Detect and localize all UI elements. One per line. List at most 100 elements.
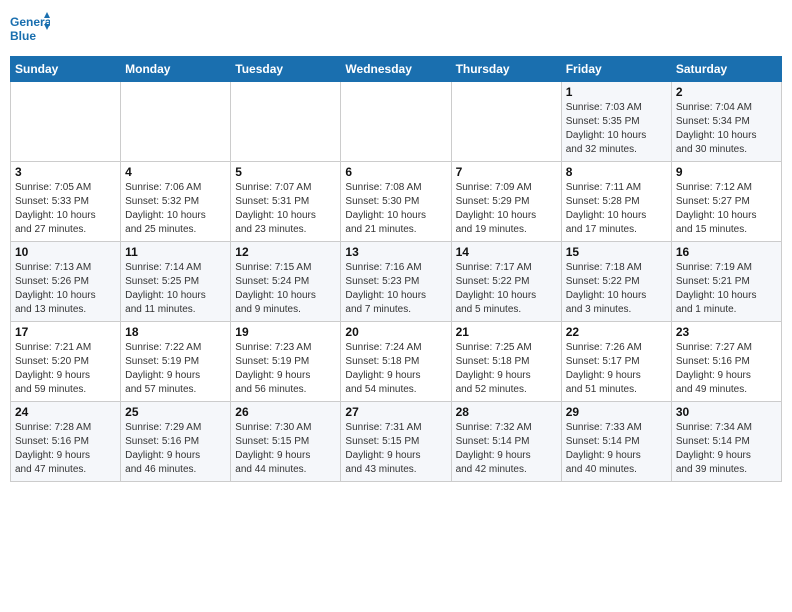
day-number: 17 xyxy=(15,325,116,339)
calendar-cell: 4 Sunrise: 7:06 AM Sunset: 5:32 PM Daylig… xyxy=(121,162,231,242)
weekday-header-sunday: Sunday xyxy=(11,57,121,82)
calendar-header-row: SundayMondayTuesdayWednesdayThursdayFrid… xyxy=(11,57,782,82)
day-number: 1 xyxy=(566,85,667,99)
calendar-cell: 24 Sunrise: 7:28 AM Sunset: 5:16 PM Dayli… xyxy=(11,402,121,482)
calendar-week-4: 17 Sunrise: 7:21 AM Sunset: 5:20 PM Dayli… xyxy=(11,322,782,402)
logo: General Blue xyxy=(10,10,50,50)
day-number: 16 xyxy=(676,245,777,259)
day-number: 27 xyxy=(345,405,446,419)
calendar-cell: 14 Sunrise: 7:17 AM Sunset: 5:22 PM Dayli… xyxy=(451,242,561,322)
calendar-cell: 23Sunrise: 7:27 AM Sunset: 5:16 PM Dayli… xyxy=(671,322,781,402)
day-info: Sunrise: 7:16 AM Sunset: 5:23 PM Dayligh… xyxy=(345,261,446,317)
day-number: 22 xyxy=(566,325,667,339)
calendar-cell: 20 Sunrise: 7:24 AM Sunset: 5:18 PM Dayli… xyxy=(341,322,451,402)
day-info: Sunrise: 7:08 AM Sunset: 5:30 PM Dayligh… xyxy=(345,181,446,237)
day-info: Sunrise: 7:22 AM Sunset: 5:19 PM Dayligh… xyxy=(125,341,226,397)
calendar-cell: 19 Sunrise: 7:23 AM Sunset: 5:19 PM Dayli… xyxy=(231,322,341,402)
calendar-cell: 8Sunrise: 7:11 AM Sunset: 5:28 PM Daylig… xyxy=(561,162,671,242)
calendar-cell xyxy=(121,82,231,162)
day-number: 20 xyxy=(345,325,446,339)
day-info: Sunrise: 7:25 AM Sunset: 5:18 PM Dayligh… xyxy=(456,341,557,397)
day-info: Sunrise: 7:34 AM Sunset: 5:14 PM Dayligh… xyxy=(676,421,777,477)
page-header: General Blue xyxy=(10,10,782,50)
day-number: 25 xyxy=(125,405,226,419)
day-info: Sunrise: 7:33 AM Sunset: 5:14 PM Dayligh… xyxy=(566,421,667,477)
day-number: 24 xyxy=(15,405,116,419)
svg-text:Blue: Blue xyxy=(10,29,36,43)
day-info: Sunrise: 7:14 AM Sunset: 5:25 PM Dayligh… xyxy=(125,261,226,317)
calendar-cell: 7 Sunrise: 7:09 AM Sunset: 5:29 PM Daylig… xyxy=(451,162,561,242)
day-info: Sunrise: 7:29 AM Sunset: 5:16 PM Dayligh… xyxy=(125,421,226,477)
day-number: 23 xyxy=(676,325,777,339)
day-info: Sunrise: 7:05 AM Sunset: 5:33 PM Dayligh… xyxy=(15,181,116,237)
day-info: Sunrise: 7:03 AM Sunset: 5:35 PM Dayligh… xyxy=(566,101,667,157)
day-number: 4 xyxy=(125,165,226,179)
day-info: Sunrise: 7:13 AM Sunset: 5:26 PM Dayligh… xyxy=(15,261,116,317)
calendar-cell: 15 Sunrise: 7:18 AM Sunset: 5:22 PM Dayli… xyxy=(561,242,671,322)
day-info: Sunrise: 7:24 AM Sunset: 5:18 PM Dayligh… xyxy=(345,341,446,397)
calendar-cell: 28 Sunrise: 7:32 AM Sunset: 5:14 PM Dayli… xyxy=(451,402,561,482)
day-number: 7 xyxy=(456,165,557,179)
calendar-week-5: 24 Sunrise: 7:28 AM Sunset: 5:16 PM Dayli… xyxy=(11,402,782,482)
calendar-cell xyxy=(341,82,451,162)
day-info: Sunrise: 7:19 AM Sunset: 5:21 PM Dayligh… xyxy=(676,261,777,317)
calendar-cell: 22 Sunrise: 7:26 AM Sunset: 5:17 PM Dayli… xyxy=(561,322,671,402)
calendar-week-2: 3 Sunrise: 7:05 AM Sunset: 5:33 PM Daylig… xyxy=(11,162,782,242)
day-info: Sunrise: 7:23 AM Sunset: 5:19 PM Dayligh… xyxy=(235,341,336,397)
calendar-cell: 10 Sunrise: 7:13 AM Sunset: 5:26 PM Dayli… xyxy=(11,242,121,322)
day-number: 12 xyxy=(235,245,336,259)
calendar-cell: 9 Sunrise: 7:12 AM Sunset: 5:27 PM Daylig… xyxy=(671,162,781,242)
day-info: Sunrise: 7:17 AM Sunset: 5:22 PM Dayligh… xyxy=(456,261,557,317)
weekday-header-thursday: Thursday xyxy=(451,57,561,82)
day-info: Sunrise: 7:18 AM Sunset: 5:22 PM Dayligh… xyxy=(566,261,667,317)
weekday-header-wednesday: Wednesday xyxy=(341,57,451,82)
day-number: 15 xyxy=(566,245,667,259)
day-number: 13 xyxy=(345,245,446,259)
day-number: 26 xyxy=(235,405,336,419)
day-number: 10 xyxy=(15,245,116,259)
calendar-cell: 17 Sunrise: 7:21 AM Sunset: 5:20 PM Dayli… xyxy=(11,322,121,402)
day-info: Sunrise: 7:06 AM Sunset: 5:32 PM Dayligh… xyxy=(125,181,226,237)
calendar-cell xyxy=(451,82,561,162)
calendar-cell: 29 Sunrise: 7:33 AM Sunset: 5:14 PM Dayli… xyxy=(561,402,671,482)
calendar-week-1: 1 Sunrise: 7:03 AM Sunset: 5:35 PM Daylig… xyxy=(11,82,782,162)
calendar-cell: 18Sunrise: 7:22 AM Sunset: 5:19 PM Dayli… xyxy=(121,322,231,402)
calendar-cell: 25 Sunrise: 7:29 AM Sunset: 5:16 PM Dayli… xyxy=(121,402,231,482)
calendar-cell: 5Sunrise: 7:07 AM Sunset: 5:31 PM Daylig… xyxy=(231,162,341,242)
calendar-table: SundayMondayTuesdayWednesdayThursdayFrid… xyxy=(10,56,782,482)
day-info: Sunrise: 7:15 AM Sunset: 5:24 PM Dayligh… xyxy=(235,261,336,317)
day-number: 14 xyxy=(456,245,557,259)
weekday-header-saturday: Saturday xyxy=(671,57,781,82)
calendar-cell: 12 Sunrise: 7:15 AM Sunset: 5:24 PM Dayli… xyxy=(231,242,341,322)
calendar-cell: 21 Sunrise: 7:25 AM Sunset: 5:18 PM Dayli… xyxy=(451,322,561,402)
calendar-cell: 3 Sunrise: 7:05 AM Sunset: 5:33 PM Daylig… xyxy=(11,162,121,242)
day-number: 30 xyxy=(676,405,777,419)
day-number: 3 xyxy=(15,165,116,179)
calendar-cell: 30 Sunrise: 7:34 AM Sunset: 5:14 PM Dayli… xyxy=(671,402,781,482)
day-info: Sunrise: 7:32 AM Sunset: 5:14 PM Dayligh… xyxy=(456,421,557,477)
day-number: 6 xyxy=(345,165,446,179)
weekday-header-friday: Friday xyxy=(561,57,671,82)
calendar-cell: 26 Sunrise: 7:30 AM Sunset: 5:15 PM Dayli… xyxy=(231,402,341,482)
day-info: Sunrise: 7:28 AM Sunset: 5:16 PM Dayligh… xyxy=(15,421,116,477)
calendar-cell: 27Sunrise: 7:31 AM Sunset: 5:15 PM Dayli… xyxy=(341,402,451,482)
day-number: 29 xyxy=(566,405,667,419)
calendar-body: 1 Sunrise: 7:03 AM Sunset: 5:35 PM Daylig… xyxy=(11,82,782,482)
day-info: Sunrise: 7:30 AM Sunset: 5:15 PM Dayligh… xyxy=(235,421,336,477)
day-number: 21 xyxy=(456,325,557,339)
day-info: Sunrise: 7:11 AM Sunset: 5:28 PM Dayligh… xyxy=(566,181,667,237)
day-number: 28 xyxy=(456,405,557,419)
day-number: 9 xyxy=(676,165,777,179)
calendar-week-3: 10 Sunrise: 7:13 AM Sunset: 5:26 PM Dayli… xyxy=(11,242,782,322)
day-info: Sunrise: 7:26 AM Sunset: 5:17 PM Dayligh… xyxy=(566,341,667,397)
calendar-cell: 13 Sunrise: 7:16 AM Sunset: 5:23 PM Dayli… xyxy=(341,242,451,322)
day-info: Sunrise: 7:12 AM Sunset: 5:27 PM Dayligh… xyxy=(676,181,777,237)
weekday-header-tuesday: Tuesday xyxy=(231,57,341,82)
day-info: Sunrise: 7:21 AM Sunset: 5:20 PM Dayligh… xyxy=(15,341,116,397)
calendar-cell: 11Sunrise: 7:14 AM Sunset: 5:25 PM Dayli… xyxy=(121,242,231,322)
day-number: 19 xyxy=(235,325,336,339)
calendar-cell xyxy=(231,82,341,162)
day-info: Sunrise: 7:09 AM Sunset: 5:29 PM Dayligh… xyxy=(456,181,557,237)
day-number: 5 xyxy=(235,165,336,179)
logo-svg: General Blue xyxy=(10,10,50,50)
